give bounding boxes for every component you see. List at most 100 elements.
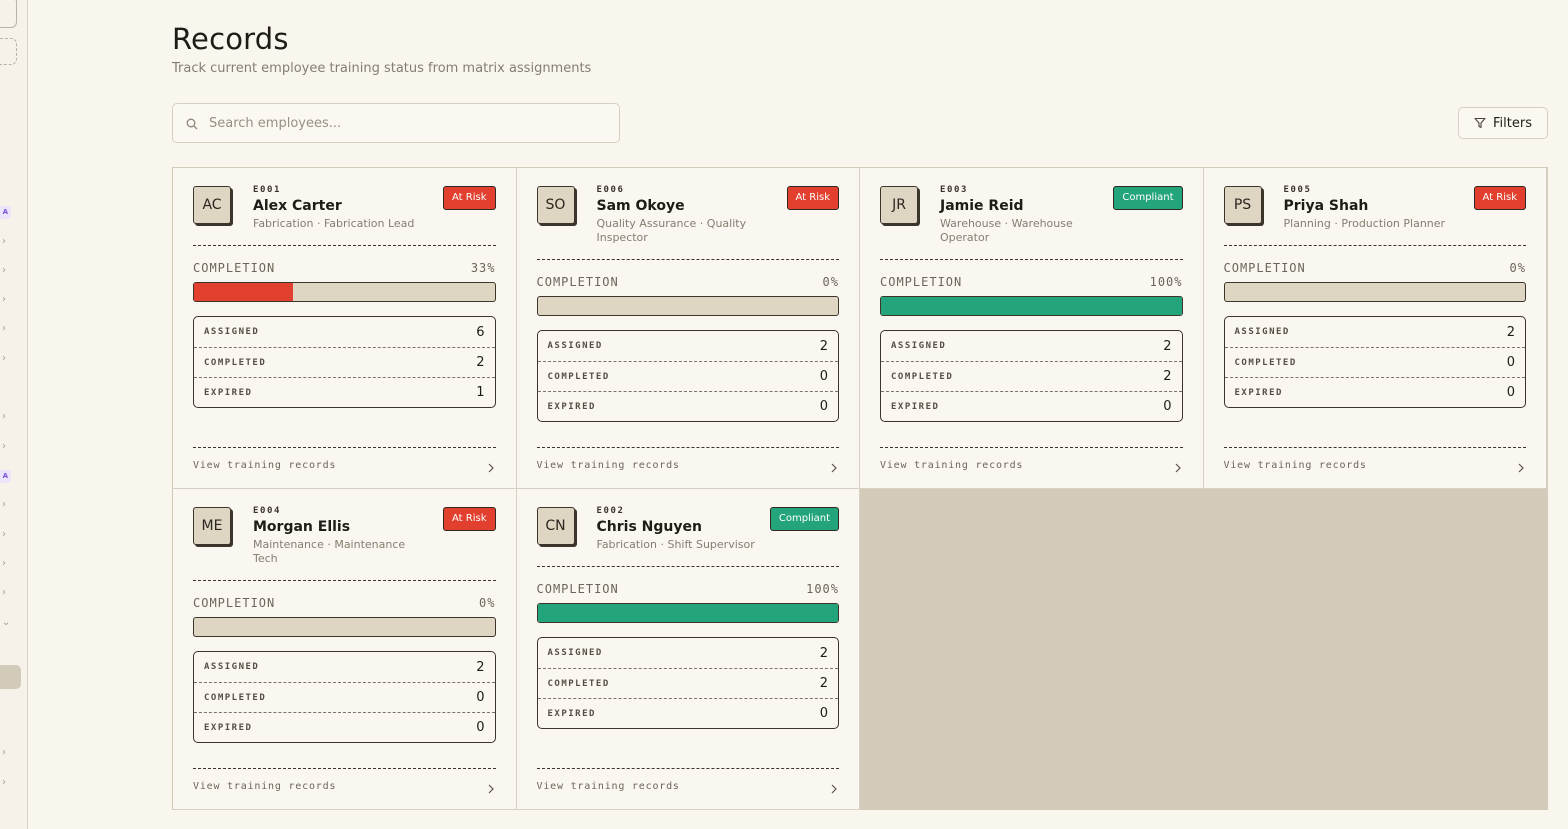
stat-value: 0	[1506, 385, 1515, 400]
avatar-initials: ME	[201, 518, 223, 534]
view-training-records-link[interactable]: View training records	[880, 447, 1183, 477]
stat-label: COMPLETED	[204, 692, 267, 703]
stat-row-expired: EXPIRED 0	[1224, 377, 1525, 407]
stat-value: 2	[476, 659, 485, 675]
page-subtitle: Track current employee training status f…	[172, 61, 592, 76]
chevron-right-icon[interactable]: ›	[2, 236, 6, 247]
search-icon	[186, 118, 198, 130]
stat-value: 0	[819, 399, 828, 414]
employee-department: Warehouse · Warehouse Operator	[940, 217, 1073, 244]
chevron-right-icon[interactable]: ›	[2, 294, 6, 305]
chevron-right-icon[interactable]: ›	[2, 747, 6, 758]
avatar-initials: SO	[545, 197, 566, 213]
view-training-records-link[interactable]: View training records	[193, 768, 496, 798]
stat-label: COMPLETED	[547, 678, 610, 689]
page-title: Records	[172, 22, 289, 56]
divider	[193, 580, 496, 581]
stat-row-expired: EXPIRED 0	[194, 712, 495, 742]
stat-value: 0	[819, 706, 828, 721]
view-training-records-link[interactable]: View training records	[1223, 447, 1526, 477]
chevron-right-icon[interactable]: ›	[2, 499, 6, 510]
view-training-records-link[interactable]: View training records	[536, 447, 839, 477]
completion-value: 100%	[1149, 275, 1183, 289]
sidebar-logo-box[interactable]	[0, 0, 17, 28]
view-training-records-label: View training records	[536, 781, 680, 792]
status-badge: At Risk	[443, 507, 496, 531]
completion-value: 0%	[479, 596, 496, 610]
chevron-right-icon[interactable]: ›	[2, 353, 6, 364]
stat-value: 0	[476, 690, 485, 705]
employee-card: AC E001 Alex Carter Fabrication · Fabric…	[173, 168, 517, 489]
chevron-right-icon	[1518, 463, 1524, 473]
stat-value: 0	[819, 369, 828, 384]
employee-name: Jamie Reid	[940, 198, 1024, 214]
completion-row: COMPLETION 0%	[193, 596, 496, 610]
avatar: AC	[193, 186, 231, 224]
stat-label: COMPLETED	[1234, 357, 1297, 368]
completion-value: 0%	[1509, 261, 1526, 275]
employee-department: Fabrication · Shift Supervisor	[596, 538, 755, 551]
chevron-right-icon[interactable]: ›	[2, 587, 6, 598]
sidebar-badge: A	[0, 470, 11, 483]
view-training-records-label: View training records	[193, 460, 337, 471]
chevron-right-icon	[488, 784, 494, 794]
chevron-right-icon[interactable]: ›	[2, 265, 6, 276]
employee-department: Planning · Production Planner	[1283, 217, 1446, 230]
stat-value: 0	[476, 720, 485, 735]
completion-label: COMPLETION	[880, 275, 963, 289]
status-badge: At Risk	[1473, 186, 1526, 210]
search-input[interactable]	[209, 104, 609, 142]
stat-label: ASSIGNED	[547, 341, 603, 351]
view-training-records-link[interactable]: View training records	[536, 768, 839, 798]
stat-label: EXPIRED	[1234, 387, 1283, 398]
chevron-right-icon[interactable]: ›	[2, 558, 6, 569]
sidebar-item-active[interactable]	[0, 665, 21, 689]
completion-label: COMPLETION	[193, 261, 276, 275]
stat-label: ASSIGNED	[204, 662, 260, 672]
completion-value: 100%	[806, 582, 839, 596]
stat-row-assigned: ASSIGNED 2	[1225, 317, 1526, 347]
stat-value: 2	[1163, 369, 1172, 384]
stat-label: COMPLETED	[204, 357, 267, 368]
employee-id: E006	[596, 185, 625, 195]
filter-icon	[1474, 117, 1486, 129]
avatar: ME	[193, 507, 231, 545]
filters-button[interactable]: Filters	[1458, 107, 1548, 139]
chevron-right-icon	[488, 463, 494, 473]
stat-label: ASSIGNED	[547, 648, 603, 658]
completion-progress-bar	[880, 296, 1183, 316]
completion-progress-bar	[193, 617, 496, 637]
stat-value: 2	[819, 676, 828, 691]
employee-name: Morgan Ellis	[253, 519, 351, 535]
stat-row-completed: COMPLETED 2	[194, 347, 495, 377]
chevron-right-icon[interactable]: ›	[2, 323, 6, 334]
completion-progress-bar	[536, 296, 839, 316]
sidebar-add-box[interactable]	[0, 38, 17, 65]
avatar: PS	[1223, 186, 1262, 224]
completion-value: 33%	[470, 261, 496, 275]
chevron-right-icon[interactable]: ›	[2, 411, 6, 422]
stat-label: EXPIRED	[891, 401, 940, 412]
stat-value: 0	[1506, 355, 1515, 370]
employee-id: E003	[940, 185, 969, 195]
chevron-down-icon[interactable]: ⌄	[2, 617, 10, 628]
chevron-right-icon[interactable]: ›	[2, 777, 6, 788]
chevron-right-icon[interactable]: ›	[2, 529, 6, 540]
employee-name: Alex Carter	[253, 198, 342, 214]
completion-label: COMPLETION	[536, 582, 619, 596]
stat-label: ASSIGNED	[891, 341, 947, 351]
filters-label: Filters	[1493, 115, 1532, 131]
stat-label: EXPIRED	[204, 722, 253, 733]
completion-row: COMPLETION 100%	[537, 582, 840, 596]
stat-value: 0	[1163, 399, 1172, 414]
completion-row: COMPLETION 0%	[537, 275, 840, 289]
stat-row-assigned: ASSIGNED 2	[881, 331, 1182, 361]
search-box[interactable]	[172, 103, 620, 143]
card-body: COMPLETION 100% ASSIGNED 2 COMPLETED 2 EXP…	[880, 259, 1183, 422]
completion-progress-fill	[881, 297, 1182, 315]
stat-row-completed: COMPLETED 2	[881, 361, 1182, 391]
chevron-right-icon[interactable]: ›	[2, 441, 6, 452]
divider	[880, 259, 1183, 260]
stat-row-expired: EXPIRED 0	[537, 391, 838, 421]
view-training-records-link[interactable]: View training records	[193, 447, 496, 477]
